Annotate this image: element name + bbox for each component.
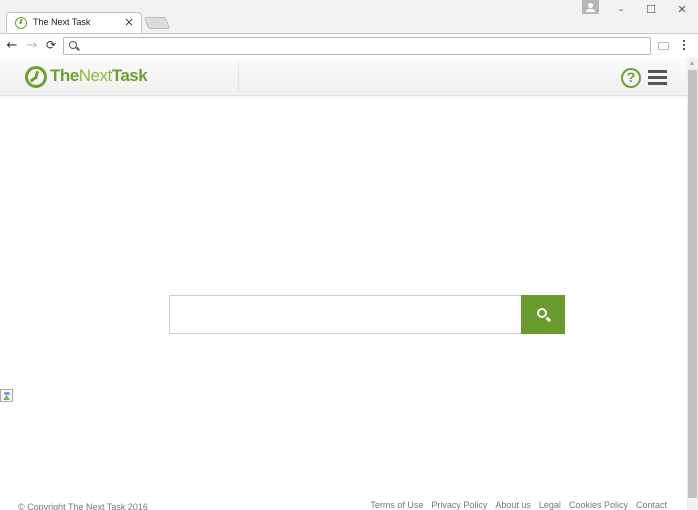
footer-link-privacy[interactable]: Privacy Policy <box>431 500 487 510</box>
broken-image-icon <box>0 389 13 402</box>
cast-icon[interactable] <box>658 42 669 50</box>
site-footer: © Copyright The Next Task 2016 Terms of … <box>0 498 687 510</box>
back-arrow-icon[interactable]: ← <box>4 37 20 54</box>
minimize-button[interactable]: – <box>612 2 630 18</box>
footer-link-legal[interactable]: Legal <box>539 500 561 510</box>
close-window-button[interactable]: ✕ <box>673 2 691 18</box>
copyright-text: © Copyright The Next Task 2016 <box>18 502 148 510</box>
footer-link-contact[interactable]: Contact <box>636 500 667 510</box>
page-scrollbar[interactable] <box>687 58 698 510</box>
forward-arrow-icon[interactable]: → <box>24 37 40 54</box>
browser-titlebar: The Next Task × – ☐ ✕ <box>0 0 698 33</box>
footer-link-cookies[interactable]: Cookies Policy <box>569 500 628 510</box>
profile-user-icon[interactable] <box>582 0 599 14</box>
new-tab-button[interactable] <box>143 17 171 29</box>
browser-tab[interactable]: The Next Task × <box>6 12 142 33</box>
browser-toolbar: ← → ⟳ <box>0 33 698 58</box>
footer-link-terms[interactable]: Terms of Use <box>370 500 423 510</box>
page-viewport: TheNextTask ? © Copyright The Next Task … <box>0 58 687 510</box>
maximize-button[interactable]: ☐ <box>642 2 660 18</box>
clock-logo-icon <box>25 66 47 88</box>
reload-icon[interactable]: ⟳ <box>43 37 59 54</box>
brand-name: TheNextTask <box>50 66 148 85</box>
tab-close-icon[interactable]: × <box>124 15 134 29</box>
address-bar[interactable] <box>63 37 651 55</box>
hamburger-menu-icon[interactable] <box>648 70 667 85</box>
magnifier-icon <box>537 308 547 318</box>
scroll-up-arrow-icon[interactable] <box>690 61 694 65</box>
search-input[interactable] <box>169 295 522 334</box>
search-box <box>169 295 565 334</box>
header-divider <box>238 62 239 92</box>
tab-title: The Next Task <box>33 17 91 27</box>
footer-links: Terms of Use Privacy Policy About us Leg… <box>370 500 667 510</box>
browser-menu-icon[interactable] <box>682 40 686 53</box>
scroll-thumb[interactable] <box>688 70 697 498</box>
site-header: TheNextTask ? <box>0 58 687 96</box>
clock-favicon-icon <box>15 17 27 29</box>
search-button[interactable] <box>521 295 565 334</box>
search-icon <box>69 41 77 49</box>
footer-link-about[interactable]: About us <box>495 500 531 510</box>
help-icon[interactable]: ? <box>621 68 641 88</box>
